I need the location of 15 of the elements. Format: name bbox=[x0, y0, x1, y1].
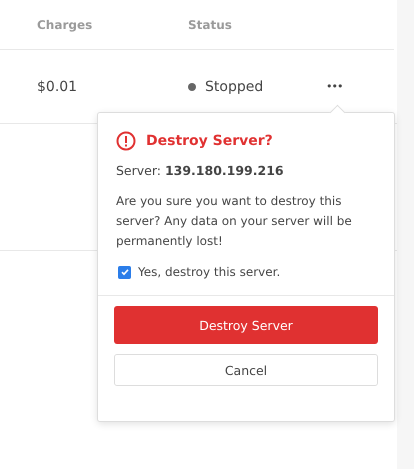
charges-cell-text: $0.01 bbox=[37, 78, 78, 94]
more-menu-button[interactable]: ••• bbox=[326, 80, 342, 93]
checkbox-label: Yes, destroy this server. bbox=[138, 265, 280, 279]
confirm-checkbox[interactable] bbox=[118, 266, 131, 278]
status-text: Stopped bbox=[205, 78, 264, 94]
status-dot-icon bbox=[188, 82, 196, 90]
warning-message: Are you sure you want to destroy this server? Any data on your server will be permanently lost! bbox=[116, 193, 353, 250]
popover-title: Destroy Server? bbox=[146, 133, 273, 149]
column-header: Status bbox=[188, 18, 232, 32]
column-header: Charges bbox=[37, 18, 94, 32]
server-address: Server: 139.180.199.216 bbox=[116, 163, 285, 178]
checkmark-icon bbox=[120, 267, 130, 277]
cancel-button[interactable]: Cancel bbox=[114, 354, 378, 386]
warning-icon bbox=[116, 131, 136, 151]
destroy-server-button[interactable]: Destroy Server bbox=[114, 306, 378, 344]
